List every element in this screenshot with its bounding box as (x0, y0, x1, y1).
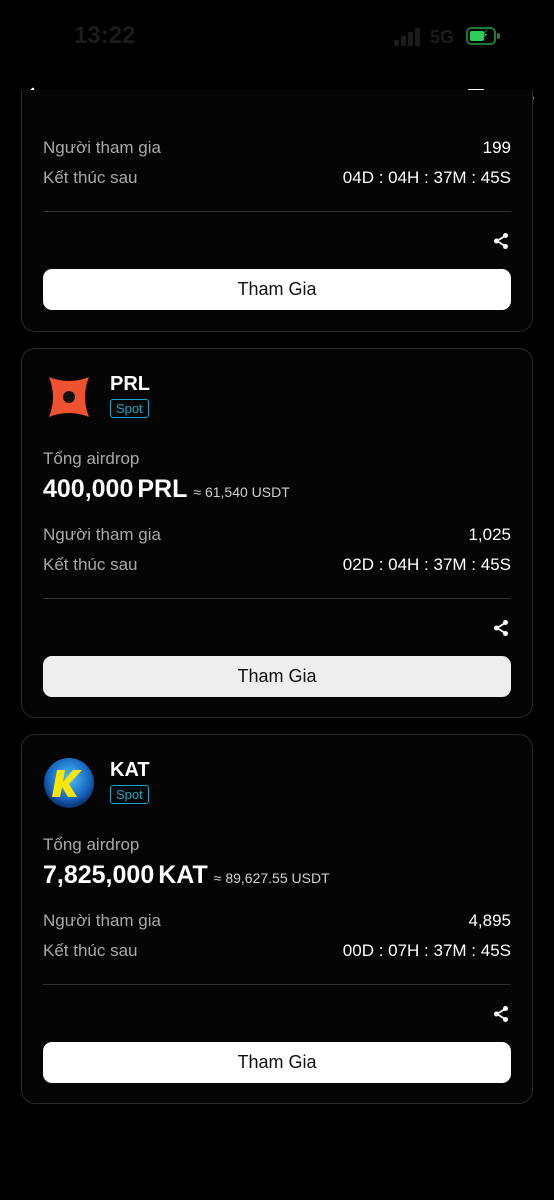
amount-value: 7,825,000 (43, 861, 155, 889)
amount-symbol: KAT (158, 861, 208, 889)
countdown-value: 02D : 04H : 37M : 45S (342, 555, 511, 574)
airdrop-card-prl: PRL Spot Tổng airdrop 400,000 PRL ≈ 61,540… (21, 348, 533, 718)
airdrop-card: Người tham gia 199 Kết thúc sau 04D : 04… (21, 90, 533, 332)
ends-label: Kết thúc sau (43, 168, 138, 187)
airdrop-amount: 400,000 PRL ≈ 61,540 USDT (43, 475, 290, 504)
ends-label: Kết thúc sau (43, 941, 138, 960)
participants-label: Người tham gia (43, 525, 161, 544)
join-button[interactable]: Tham Gia (43, 656, 511, 697)
ends-label: Kết thúc sau (43, 555, 138, 574)
amount-value: 400,000 (43, 475, 134, 503)
share-icon[interactable] (492, 1005, 510, 1023)
ends-row: Kết thúc sau 04D : 04H : 37M : 45S (43, 168, 511, 192)
airdrop-amount: 7,825,000 KAT ≈ 89,627.55 USDT (43, 861, 330, 890)
signal-icon (394, 28, 422, 46)
divider (43, 211, 511, 212)
status-bar: 13:22 5G ⚡ (0, 0, 554, 76)
total-airdrop-label: Tổng airdrop (43, 449, 140, 468)
participants-label: Người tham gia (43, 138, 161, 157)
participants-row: Người tham gia 4,895 (43, 911, 511, 935)
countdown-value: 04D : 04H : 37M : 45S (342, 168, 511, 187)
network-type: 5G (430, 27, 455, 47)
participants-value: 1,025 (468, 525, 511, 544)
join-button[interactable]: Tham Gia (43, 269, 511, 310)
share-icon[interactable] (492, 619, 510, 637)
divider (43, 984, 511, 985)
ends-row: Kết thúc sau 02D : 04H : 37M : 45S (43, 555, 511, 579)
prl-token-logo (49, 377, 89, 417)
share-icon[interactable] (492, 232, 510, 250)
divider (43, 598, 511, 599)
participants-value: 4,895 (468, 911, 511, 930)
participants-label: Người tham gia (43, 911, 161, 930)
participants-value: 199 (482, 138, 511, 157)
spot-tag: Spot (110, 399, 149, 418)
battery-icon: ⚡ (466, 27, 500, 45)
airdrop-card-kat: KAT Spot Tổng airdrop 7,825,000 KAT ≈ 89,6… (21, 734, 533, 1104)
token-name: PRL (110, 373, 150, 395)
countdown-value: 00D : 07H : 37M : 45S (342, 941, 511, 960)
amount-symbol: PRL (137, 475, 188, 503)
participants-row: Người tham gia 199 (43, 138, 511, 162)
usdt-equivalent: ≈ 61,540 USDT (193, 484, 290, 500)
spot-tag: Spot (110, 785, 149, 804)
token-name: KAT (110, 759, 150, 781)
kat-token-logo (44, 758, 94, 808)
status-time: 13:22 (74, 22, 136, 49)
usdt-equivalent: ≈ 89,627.55 USDT (213, 870, 330, 886)
total-airdrop-label: Tổng airdrop (43, 835, 140, 854)
ends-row: Kết thúc sau 00D : 07H : 37M : 45S (43, 941, 511, 965)
join-button[interactable]: Tham Gia (43, 1042, 511, 1083)
participants-row: Người tham gia 1,025 (43, 525, 511, 549)
